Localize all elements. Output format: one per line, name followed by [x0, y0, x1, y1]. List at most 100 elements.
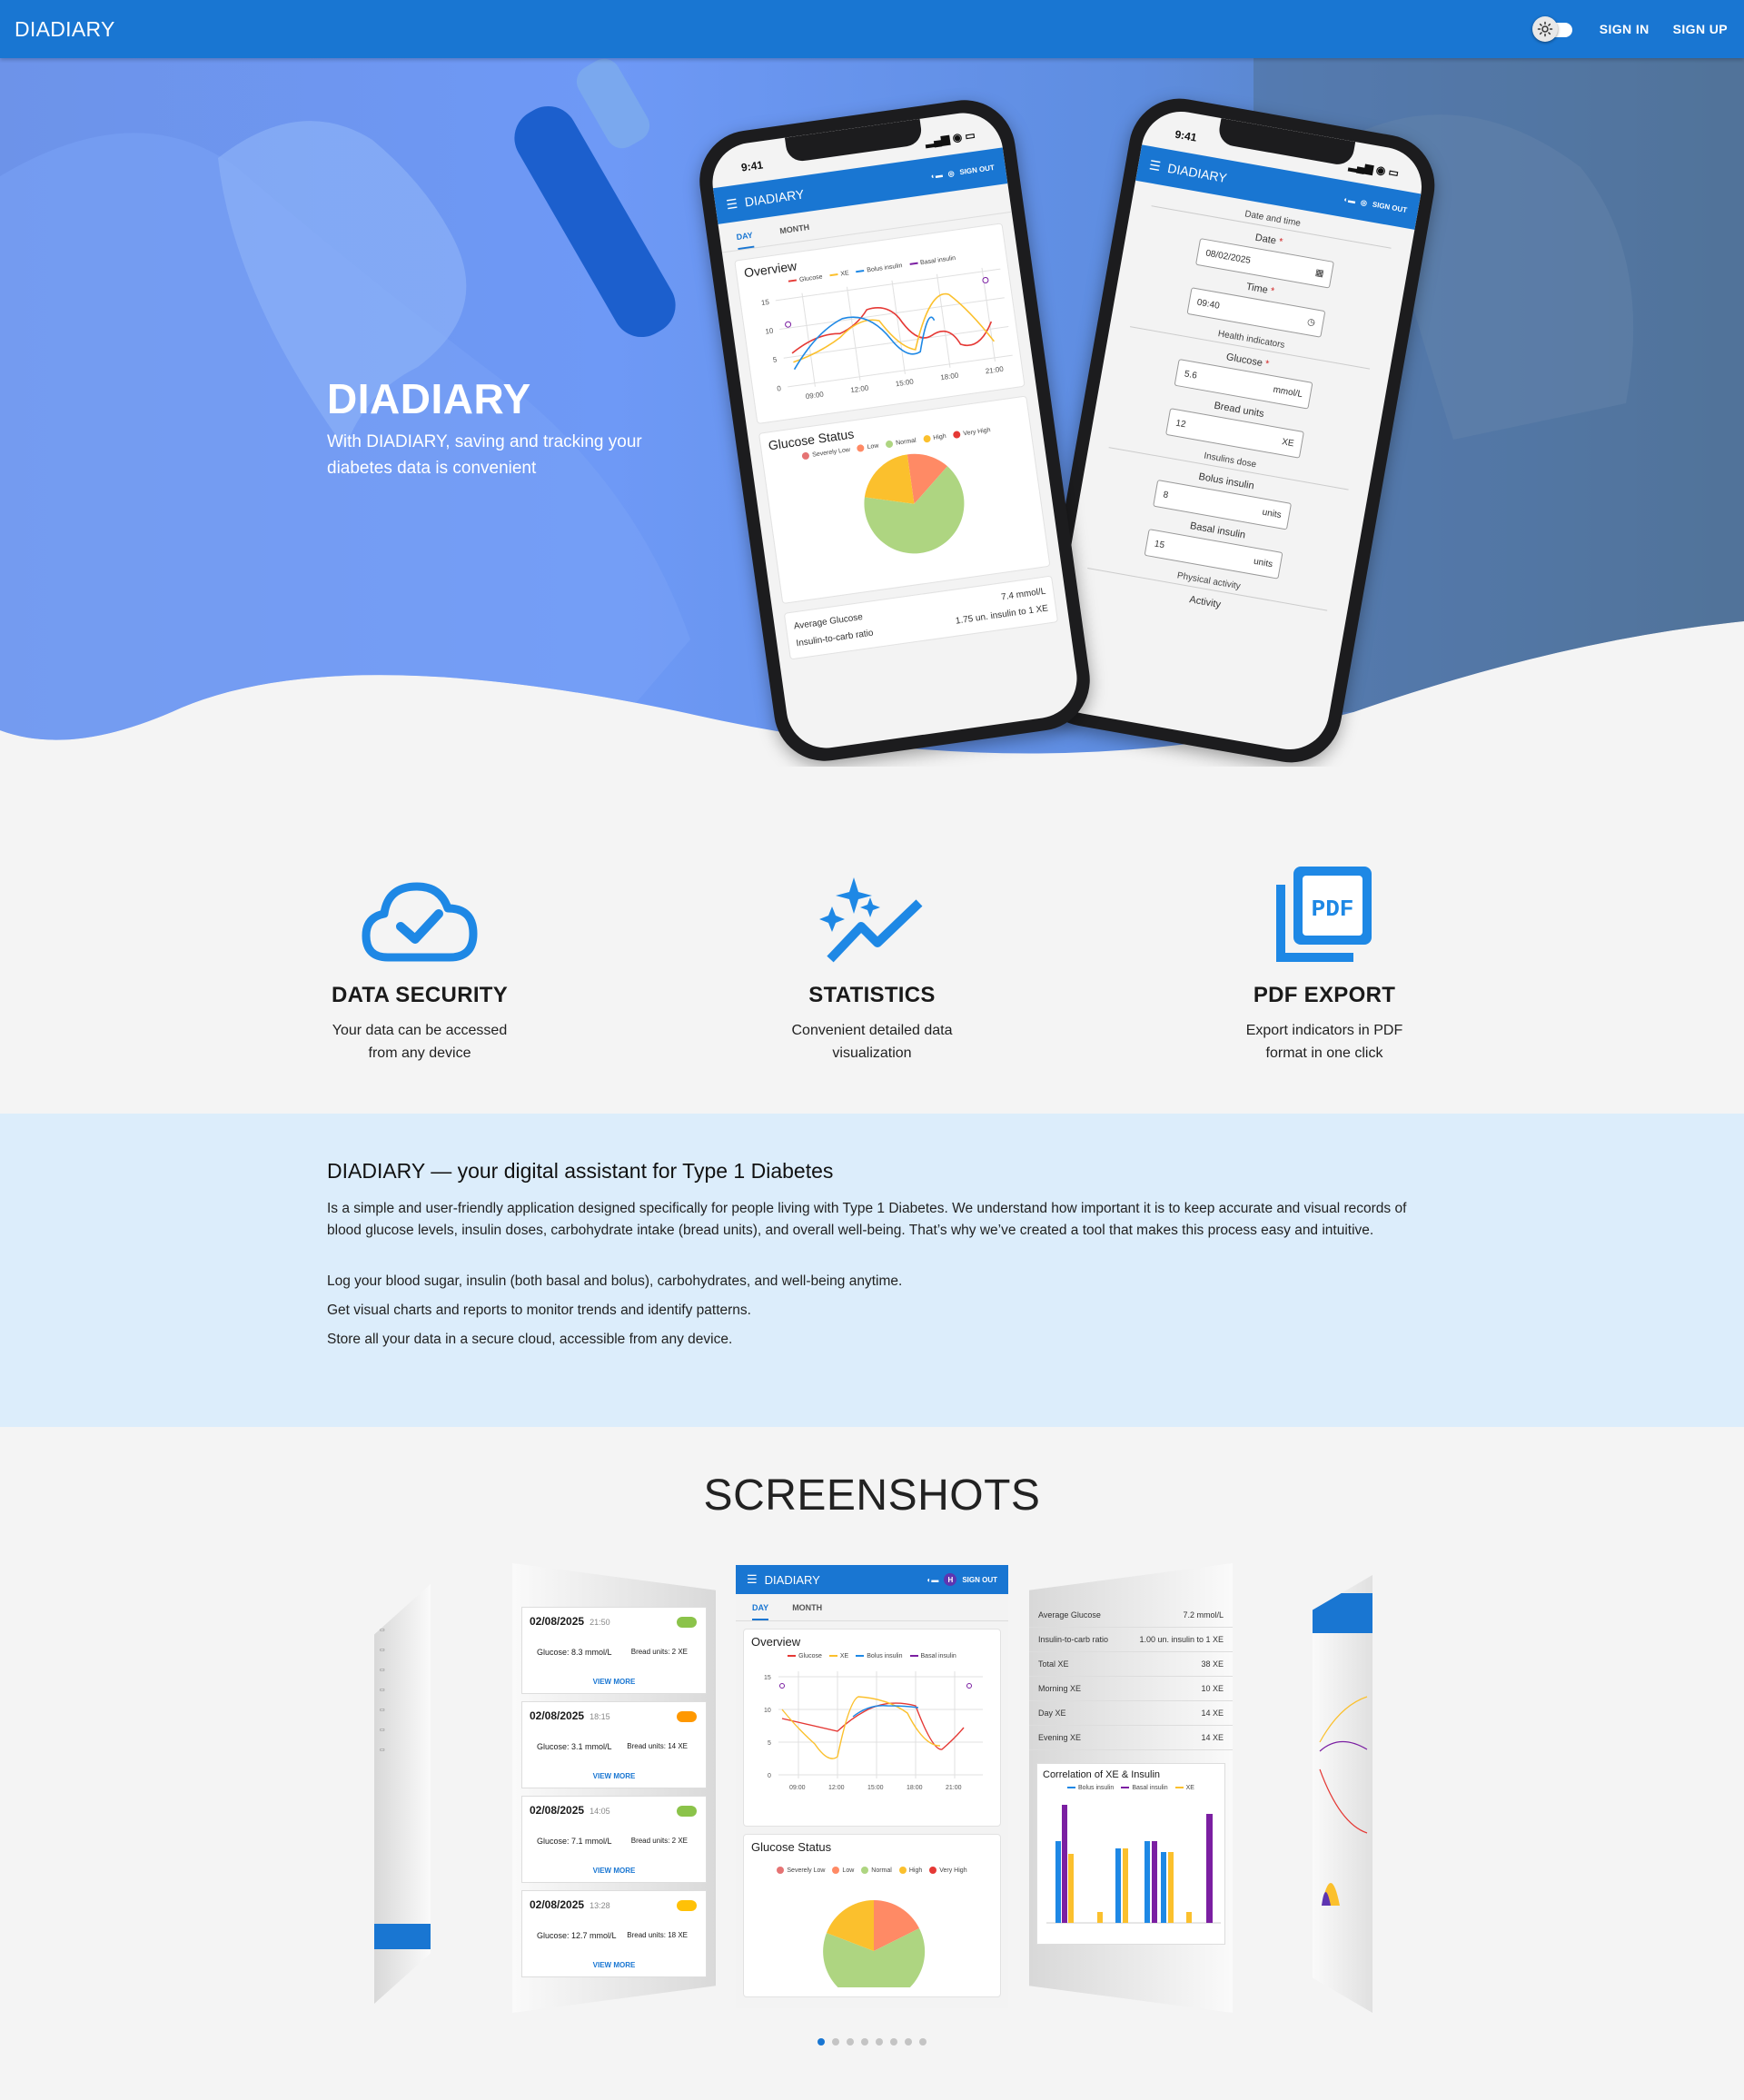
y-tick: 15 — [764, 1675, 771, 1681]
feature-title: DATA SECURITY — [331, 983, 509, 1007]
about-point: Log your blood sugar, insulin (both basa… — [327, 1273, 903, 1289]
view-more-link[interactable]: VIEW MORE — [522, 1678, 706, 1686]
tab-month[interactable]: MONTH — [792, 1603, 822, 1620]
status-time: 9:41 — [740, 158, 764, 174]
stat-row: Average Glucose 7.2 mmol/L — [1029, 1603, 1233, 1628]
bar — [1168, 1852, 1174, 1923]
bar — [1062, 1805, 1067, 1923]
overview-card: Overview Glucose XE Bolus insulin Basal … — [734, 223, 1026, 425]
avatar[interactable]: ◎ — [1360, 198, 1367, 207]
menu-icon[interactable]: ☰ — [1148, 157, 1162, 174]
overview-legend: Glucose XE Bolus insulin Basal insulin — [751, 1653, 993, 1659]
svg-text:PDF: PDF — [1312, 896, 1354, 923]
carousel-dot[interactable] — [919, 2038, 926, 2046]
carousel-slide-stats[interactable]: Average Glucose 7.2 mmol/L Insulin-to-car… — [1029, 1563, 1233, 2013]
tab-day[interactable]: DAY — [752, 1603, 769, 1620]
carousel-dot[interactable] — [861, 2038, 868, 2046]
slide-spacer — [1029, 1563, 1233, 1603]
slide-mini-chart — [1319, 1696, 1368, 1906]
app-logo[interactable]: DIADIARY — [15, 17, 115, 42]
bar — [1152, 1841, 1157, 1923]
x-tick: 18:00 — [907, 1785, 923, 1791]
basal-point — [966, 1683, 972, 1689]
stat-row: Morning XE 10 XE — [1029, 1677, 1233, 1701]
sign-in-button[interactable]: SIGN IN — [1598, 15, 1651, 44]
features-section: DATA SECURITY Your data can be accessed … — [0, 767, 1744, 1114]
carousel-slide-far-left[interactable]: ▭ ▭ ▭ ▭ ▭ ▭ ▭ — [374, 1584, 431, 2004]
status-badge — [677, 1617, 697, 1628]
slide-placeholder-lines: ▭ ▭ ▭ ▭ ▭ ▭ ▭ — [380, 1628, 385, 1753]
slide-spacer — [512, 1563, 716, 1600]
feature-title: STATISTICS — [808, 983, 936, 1007]
tab-month[interactable]: MONTH — [779, 223, 811, 243]
sign-out-button[interactable]: SIGN OUT — [962, 1576, 997, 1584]
sign-out-button[interactable]: SIGN OUT — [1372, 200, 1408, 214]
entry-card[interactable]: 02/08/2025 18:15 Glucose: 3.1 mmol/L Bread … — [521, 1701, 707, 1788]
slide-button-strip — [374, 1924, 431, 1949]
clock-icon: ◷ — [1306, 316, 1316, 328]
sign-out-button[interactable]: SIGN OUT — [959, 163, 996, 175]
view-more-link[interactable]: VIEW MORE — [522, 1867, 706, 1875]
carousel-dot[interactable] — [890, 2038, 897, 2046]
carousel-slide-active[interactable]: ☰ DIADIARY ◐▬ H SIGN OUT DAY MONTH Overvie… — [736, 1565, 1008, 2008]
phone-app-title: DIADIARY — [743, 186, 806, 210]
hero-text: DIADIARY With DIADIARY, saving and track… — [327, 374, 690, 481]
theme-toggle-icon[interactable]: ◐▬ — [1343, 194, 1356, 204]
about-point: Store all your data in a secure cloud, a… — [327, 1332, 733, 1347]
carousel-dot[interactable] — [847, 2038, 854, 2046]
correlation-card: Correlation of XE & Insulin Bolus insuli… — [1036, 1763, 1225, 1945]
carousel-dot[interactable] — [905, 2038, 912, 2046]
avatar[interactable]: ◎ — [947, 169, 955, 178]
carousel-dot[interactable] — [818, 2038, 825, 2046]
basal-point — [785, 321, 792, 328]
about-description: Is a simple and user-friendly applicatio… — [327, 1201, 1407, 1238]
sign-up-button[interactable]: SIGN UP — [1671, 15, 1729, 44]
carousel-slide-entries[interactable]: 02/08/2025 21:50 Glucose: 8.3 mmol/L Bread … — [512, 1563, 716, 2013]
overview-title: Overview — [751, 1635, 801, 1649]
avatar[interactable]: H — [944, 1573, 957, 1586]
slide-bar-actions: ◐▬ H SIGN OUT — [926, 1573, 997, 1586]
view-more-link[interactable]: VIEW MORE — [522, 1961, 706, 1969]
feature-text: Export indicators in PDF format in one c… — [1245, 1023, 1403, 1061]
carousel-slide-far-right[interactable] — [1313, 1575, 1372, 2013]
sparkle-chart-icon — [736, 865, 1008, 963]
carousel-dot[interactable] — [876, 2038, 883, 2046]
theme-toggle[interactable] — [1531, 16, 1578, 42]
tab-day[interactable]: DAY — [735, 230, 755, 251]
about-points: Log your blood sugar, insulin (both basa… — [327, 1267, 1417, 1354]
x-tick: 18:00 — [940, 371, 960, 382]
xe-line — [793, 292, 996, 363]
menu-icon[interactable]: ☰ — [725, 195, 738, 213]
basal-point — [982, 276, 989, 283]
slide-app-bar: ☰ DIADIARY ◐▬ H SIGN OUT — [736, 1565, 1008, 1594]
basal-point — [779, 1683, 785, 1689]
correlation-legend: Bolus insulin Basal insulin XE — [1043, 1785, 1219, 1791]
status-badge — [677, 1900, 697, 1911]
glucose-status-title: Glucose Status — [751, 1840, 832, 1854]
entry-card[interactable]: 02/08/2025 21:50 Glucose: 8.3 mmol/L Bread … — [521, 1607, 707, 1694]
feature-title: PDF EXPORT — [1253, 983, 1396, 1007]
bar — [1186, 1912, 1192, 1923]
screenshots-title: SCREENSHOTS — [703, 1471, 1041, 1520]
theme-toggle-icon[interactable]: ◐▬ — [930, 170, 943, 180]
legend-glucose: Glucose — [788, 1653, 822, 1659]
entry-card[interactable]: 02/08/2025 13:28 Glucose: 12.7 mmol/L Bread… — [521, 1890, 707, 1977]
x-tick: 09:00 — [805, 390, 825, 401]
battery-icon: ▂▄▆ ◉ ▭ — [924, 128, 976, 149]
carousel-dot[interactable] — [832, 2038, 839, 2046]
hero-subtitle: With DIADIARY, saving and tracking your … — [327, 432, 642, 478]
theme-toggle-icon[interactable]: ◐▬ — [926, 1576, 938, 1584]
menu-icon[interactable]: ☰ — [747, 1572, 758, 1587]
calendar-icon: ▦ — [1314, 267, 1325, 279]
stat-row: Evening XE 14 XE — [1029, 1726, 1233, 1750]
hero-title: DIADIARY — [327, 375, 531, 422]
legend-basal: Basal insulin — [1121, 1785, 1168, 1791]
battery-icon: ▂▄▆ ◉ ▭ — [1348, 158, 1401, 180]
legend-basal: Basal insulin — [909, 1653, 956, 1659]
x-tick: 12:00 — [850, 384, 870, 395]
entry-card[interactable]: 02/08/2025 14:05 Glucose: 7.1 mmol/L Bread … — [521, 1796, 707, 1883]
phone-bar-actions: ◐▬ ◎ SIGN OUT — [1343, 194, 1408, 213]
status-badge — [677, 1806, 697, 1817]
x-tick: 21:00 — [985, 365, 1005, 376]
view-more-link[interactable]: VIEW MORE — [522, 1772, 706, 1780]
